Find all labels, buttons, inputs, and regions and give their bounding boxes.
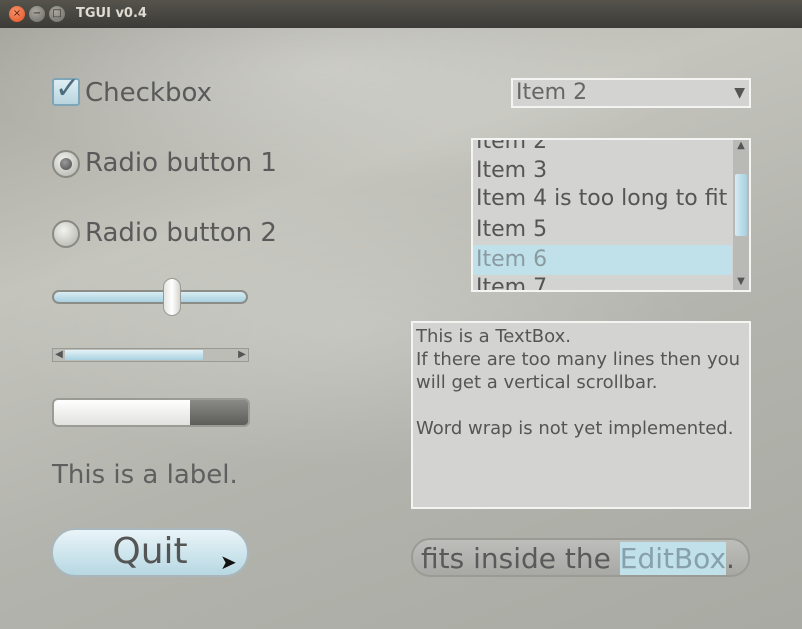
static-label: This is a label. (52, 460, 238, 490)
radio-button-2[interactable] (52, 220, 80, 248)
list-box[interactable]: Item 2 Item 3 Item 4 is too long to fit … (471, 138, 751, 292)
checkbox-label: Checkbox (85, 78, 212, 108)
text-line: Word wrap is not yet implemented. (416, 418, 734, 439)
list-item[interactable]: Item 3 (476, 156, 732, 186)
progress-fill (54, 400, 190, 425)
close-icon[interactable]: × (9, 6, 25, 22)
app-window: × − □ TGUI v0.4 ✓ Checkbox Radio button … (0, 0, 802, 629)
progress-bar (52, 398, 250, 427)
scrollbar-thumb[interactable] (65, 350, 203, 360)
slider-thumb[interactable] (163, 278, 181, 316)
text-line: This is a TextBox. (416, 326, 571, 347)
combo-box[interactable]: Item 2 ▼ (511, 78, 751, 108)
list-item[interactable]: Item 5 (476, 215, 732, 245)
minimize-icon[interactable]: − (29, 6, 45, 22)
list-item-selected[interactable]: Item 6 (473, 245, 732, 275)
scroll-up-icon[interactable]: ▲ (735, 140, 747, 152)
horizontal-scrollbar[interactable]: ◀ ▶ (52, 348, 249, 362)
edit-box[interactable]: fits inside the EditBox. (411, 538, 750, 577)
window-title: TGUI v0.4 (76, 6, 147, 21)
maximize-icon[interactable]: □ (49, 6, 65, 22)
vertical-scrollbar[interactable]: ▲ ▼ (733, 140, 749, 290)
gui-canvas: ✓ Checkbox Radio button 1 Radio button 2… (0, 28, 802, 629)
slider-track[interactable] (52, 290, 248, 304)
list-item[interactable]: Item 7 (476, 273, 732, 290)
checkmark-icon: ✓ (55, 71, 81, 106)
scroll-left-icon[interactable]: ◀ (53, 349, 65, 361)
chevron-down-icon[interactable]: ▼ (734, 80, 745, 106)
text-box[interactable]: This is a TextBox. If there are too many… (411, 321, 751, 509)
edit-selected-text: EditBox (619, 542, 727, 575)
scrollbar-thumb[interactable] (735, 174, 747, 236)
scroll-down-icon[interactable]: ▼ (735, 276, 747, 288)
mouse-cursor-icon: ➤ (220, 550, 237, 574)
list-item[interactable]: Item 4 is too long to fit i (476, 184, 732, 214)
combo-box-value: Item 2 (516, 80, 588, 105)
edit-text-after: . (726, 542, 735, 575)
radio-button-1-label: Radio button 1 (85, 148, 277, 178)
checkbox[interactable]: ✓ (52, 74, 80, 106)
radio-selected-dot (60, 158, 72, 170)
text-line (416, 394, 746, 417)
title-bar: × − □ TGUI v0.4 (0, 0, 802, 28)
list-item[interactable]: Item 2 (476, 140, 732, 157)
text-line: If there are too many lines then you (416, 349, 741, 370)
edit-box-text: fits inside the EditBox. (421, 542, 735, 575)
scroll-right-icon[interactable]: ▶ (236, 349, 248, 361)
edit-text-before: fits inside the (421, 542, 620, 575)
radio-button-1[interactable] (52, 150, 80, 178)
text-line: will get a vertical scrollbar. (416, 372, 658, 393)
radio-button-2-label: Radio button 2 (85, 218, 277, 248)
